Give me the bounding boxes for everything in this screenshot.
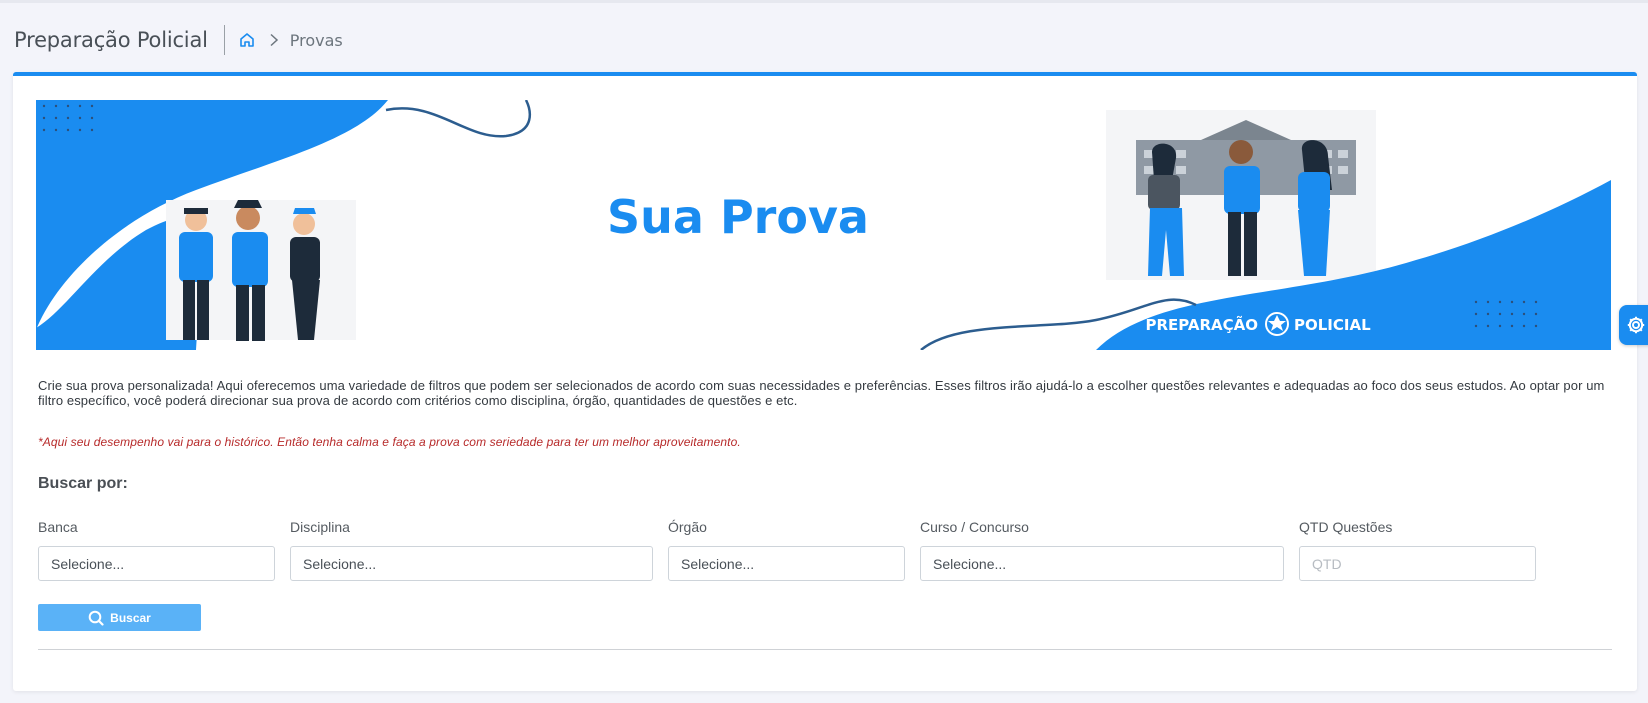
disciplina-select[interactable]: Selecione...: [290, 546, 653, 581]
orgao-select[interactable]: Selecione...: [668, 546, 905, 581]
intro-text: Crie sua prova personalizada! Aqui ofere…: [38, 378, 1605, 408]
divider: [38, 649, 1612, 650]
filter-disciplina: Disciplina Selecione...: [290, 519, 653, 581]
filter-qtd-label: QTD Questões: [1299, 519, 1393, 535]
search-button[interactable]: Buscar: [38, 604, 201, 631]
filter-banca-label: Banca: [38, 519, 78, 535]
filter-qtd: QTD Questões: [1299, 519, 1536, 581]
brand-text-right: POLICIAL: [1294, 316, 1371, 334]
home-icon[interactable]: [238, 31, 256, 49]
curso-select[interactable]: Selecione...: [920, 546, 1284, 581]
gear-icon: [1626, 315, 1646, 335]
disciplina-select-value: Selecione...: [303, 555, 377, 572]
warning-text: *Aqui seu desempenho vai para o históric…: [38, 435, 741, 449]
page-title: Preparação Policial: [14, 28, 208, 52]
banca-select[interactable]: Selecione...: [38, 546, 275, 581]
page-header: Preparação Policial Provas: [14, 24, 343, 56]
settings-button[interactable]: [1619, 305, 1648, 345]
orgao-select-value: Selecione...: [681, 555, 755, 572]
search-icon: [88, 610, 104, 626]
brand-text-left: PREPARAÇÃO: [1145, 315, 1258, 334]
curso-select-value: Selecione...: [933, 555, 1007, 572]
filter-orgao: Órgão Selecione...: [668, 519, 905, 581]
filter-curso: Curso / Concurso Selecione...: [920, 519, 1284, 581]
filter-banca: Banca Selecione...: [38, 519, 275, 581]
header-divider: [223, 25, 225, 55]
breadcrumb-current: Provas: [289, 30, 343, 50]
main-card: Sua Prova PREPARAÇÃO POLICIAL Crie sua p…: [13, 72, 1637, 691]
search-title: Buscar por:: [38, 475, 128, 492]
filter-curso-label: Curso / Concurso: [920, 519, 1029, 535]
banca-select-value: Selecione...: [51, 555, 125, 572]
banner-headline: Sua Prova: [607, 190, 869, 244]
search-button-label: Buscar: [110, 610, 151, 625]
chevron-right-icon: [267, 33, 281, 47]
top-border: [0, 0, 1648, 3]
filter-orgao-label: Órgão: [668, 519, 707, 535]
banner-image: Sua Prova PREPARAÇÃO POLICIAL: [36, 100, 1611, 350]
qtd-input[interactable]: [1299, 546, 1536, 581]
filter-disciplina-label: Disciplina: [290, 519, 350, 535]
